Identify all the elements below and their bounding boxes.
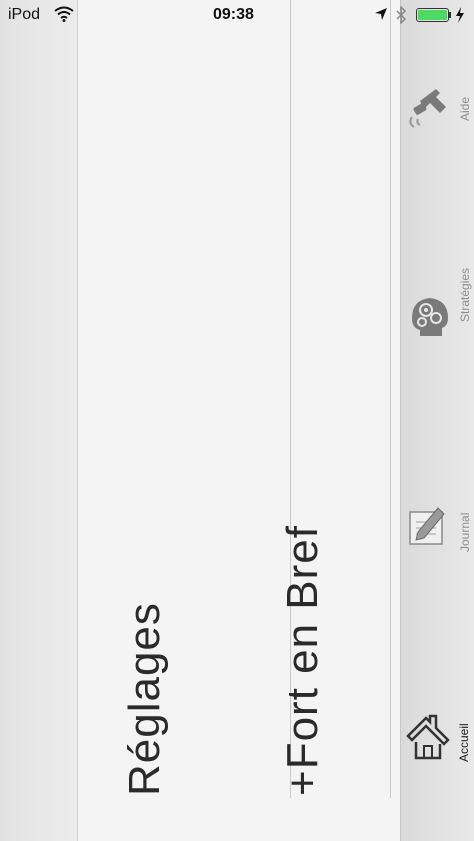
megaphone-icon xyxy=(409,89,446,128)
head-gears-icon xyxy=(412,298,448,336)
wifi-icon xyxy=(54,6,74,22)
battery-level xyxy=(418,10,447,20)
battery-indicator xyxy=(416,8,449,22)
charging-bolt-icon xyxy=(456,7,464,23)
menu-item-fort-en-bref[interactable]: +Fort en Bref xyxy=(278,525,328,796)
battery-nub xyxy=(449,12,451,18)
menu-item-reglages[interactable]: Réglages xyxy=(120,602,170,796)
carrier-label: iPod xyxy=(8,6,41,23)
tab-accueil[interactable] xyxy=(400,600,474,800)
tab-label-journal: Journal xyxy=(458,512,472,552)
tab-journal[interactable] xyxy=(400,400,474,600)
status-time: 09:38 xyxy=(213,6,254,23)
tab-label-aide: Aide xyxy=(458,96,472,121)
menu-divider-right xyxy=(390,0,391,798)
bluetooth-icon xyxy=(396,6,407,24)
notepad-pencil-icon xyxy=(409,507,445,545)
status-bar: iPod 09:38 xyxy=(0,0,474,30)
tab-label-accueil: Accueil xyxy=(457,723,471,762)
location-arrow-icon xyxy=(375,8,387,20)
left-gutter xyxy=(0,0,78,841)
tab-label-strategies: Stratégies xyxy=(458,267,472,322)
house-icon xyxy=(406,714,450,760)
